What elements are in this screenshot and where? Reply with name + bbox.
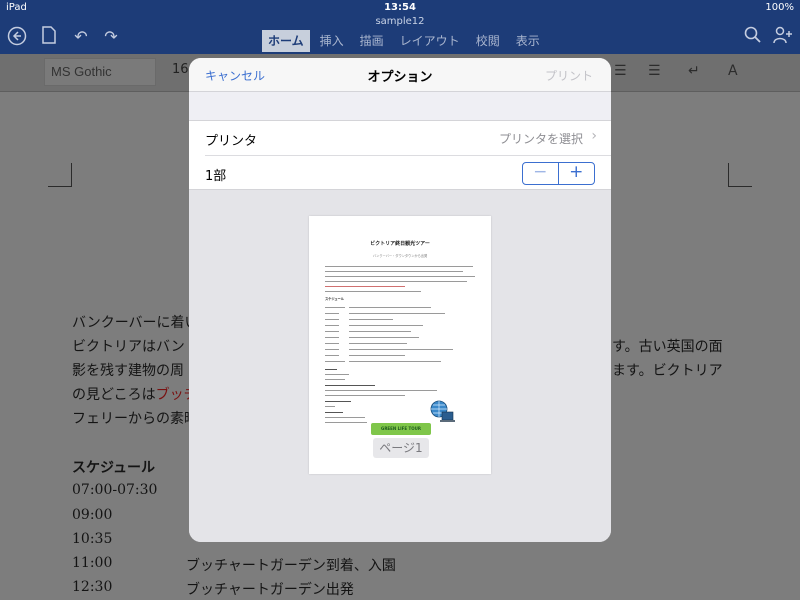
doc-line: フェリーからの素晴 [72,411,198,427]
schedule-time: 07:00-07:30 [72,482,158,498]
preview-text-line [349,313,445,315]
preview-text-line [325,369,337,371]
styles-icon[interactable]: A [728,63,738,79]
preview-text-line [325,406,335,408]
doc-line: の見どころはブッチ [72,387,198,403]
preview-text-line [325,343,339,345]
preview-text-line [325,266,473,268]
copies-stepper: − + [522,162,595,185]
preview-text-line [349,319,393,321]
schedule-desc: ブッチャートガーデン到着、入園 [186,558,396,574]
preview-text-line [325,325,339,327]
page-number-badge: ページ1 [373,438,429,458]
preview-text-line [349,337,419,339]
ribbon-header: sample12 ↶ ↷ ホーム 挿入 描画 レイアウト 校閲 表示 [0,16,800,54]
copies-label: 1部 [205,169,227,184]
preview-text-line [349,307,431,309]
tab-home[interactable]: ホーム [262,30,310,52]
preview-subtitle: バンクーバー・ダウンタウンから出発 [372,254,428,258]
line-spacing-icon[interactable]: ☰ [648,63,661,79]
preview-text-line [349,331,411,333]
preview-text-line [325,281,467,283]
tab-draw[interactable]: 描画 [354,30,390,52]
preview-text-line [325,271,463,273]
preview-text-line [325,291,421,293]
preview-text-line [325,319,339,321]
preview-text-line [325,412,343,414]
page-corner-mark [48,163,72,187]
redo-icon[interactable]: ↷ [100,26,122,48]
preview-text-line [325,307,345,309]
increment-button[interactable]: + [559,163,595,184]
page-preview[interactable]: ビクトリア終日観光ツアー バンクーバー・ダウンタウンから出発 スケジュール GR… [309,216,491,474]
copies-row: 1部 − + [205,155,611,189]
preview-text-line [325,331,339,333]
preview-text-line [325,379,345,381]
doc-line: ビクトリアはバン [72,339,185,355]
preview-text-line [325,337,339,339]
print-settings-group: プリンタ プリンタを選択 › 1部 − + [189,120,611,190]
clock: 13:54 [384,2,416,13]
preview-schedule-heading: スケジュール [325,297,344,301]
paragraph-mark-icon[interactable]: ↵ [688,63,700,79]
doc-line-right: ます。ビクトリア [612,363,723,379]
preview-text-line [325,286,405,288]
preview-text-line [325,422,367,424]
font-size-field[interactable]: 16 [172,62,189,77]
preview-text-line [325,395,405,397]
search-icon[interactable] [742,26,764,48]
schedule-time: 09:00 [72,507,113,523]
undo-icon[interactable]: ↶ [70,26,92,48]
preview-text-line [325,374,349,376]
preview-text-line [325,390,437,392]
preview-text-line [349,325,423,327]
preview-text-line [349,355,405,357]
font-name-field[interactable]: MS Gothic [44,58,156,86]
printer-value: プリンタを選択 [498,132,583,146]
preview-text-line [325,385,375,387]
preview-title: ビクトリア終日観光ツアー [370,241,430,247]
status-bar: iPad 13:54 100% [0,0,800,16]
align-icon[interactable]: ☰ [614,63,627,79]
battery-indicator: 100% [765,2,794,13]
preview-text-line [325,401,351,403]
preview-text-line [325,349,339,351]
schedule-heading: スケジュール [72,460,156,476]
preview-text-line [325,276,475,278]
preview-text-line [349,361,441,363]
printer-label: プリンタ [205,134,258,149]
ribbon-tabs: ホーム 挿入 描画 レイアウト 校閲 表示 [262,30,550,52]
print-button[interactable]: プリント [545,67,593,84]
file-icon[interactable] [38,26,60,48]
schedule-time: 10:35 [72,531,113,547]
doc-line-right: す。古い英国の面 [612,339,723,355]
page-corner-mark [728,163,752,187]
doc-line: 影を残す建物の周 [72,363,184,379]
dialog-header: キャンセル オプション プリント [189,58,611,92]
tab-layout[interactable]: レイアウト [394,30,466,52]
globe-laptop-icon [429,400,455,424]
preview-text-line [325,355,339,357]
tab-view[interactable]: 表示 [510,30,546,52]
schedule-desc: ブッチャートガーデン出発 [186,582,354,598]
preview-text-line [349,349,453,351]
schedule-time: 12:30 [72,579,113,595]
decrement-button[interactable]: − [523,163,559,184]
printer-row[interactable]: プリンタ プリンタを選択 › [189,121,611,155]
share-person-icon[interactable] [772,26,794,48]
preview-text-line [325,361,345,363]
chevron-right-icon: › [591,128,597,144]
doc-line: バンクーバーに着い [72,315,199,331]
tab-insert[interactable]: 挿入 [314,30,350,52]
preview-text-line [349,343,407,345]
tour-banner: GREEN LIFE TOUR [371,423,431,435]
print-preview-area: ビクトリア終日観光ツアー バンクーバー・ダウンタウンから出発 スケジュール GR… [189,190,611,542]
preview-text-line [325,417,365,419]
tab-review[interactable]: 校閲 [470,30,506,52]
preview-text-line [325,313,339,315]
print-options-dialog: キャンセル オプション プリント プリンタ プリンタを選択 › 1部 − + ビ… [189,58,611,542]
back-icon[interactable] [6,26,28,48]
schedule-time: 11:00 [72,555,113,571]
